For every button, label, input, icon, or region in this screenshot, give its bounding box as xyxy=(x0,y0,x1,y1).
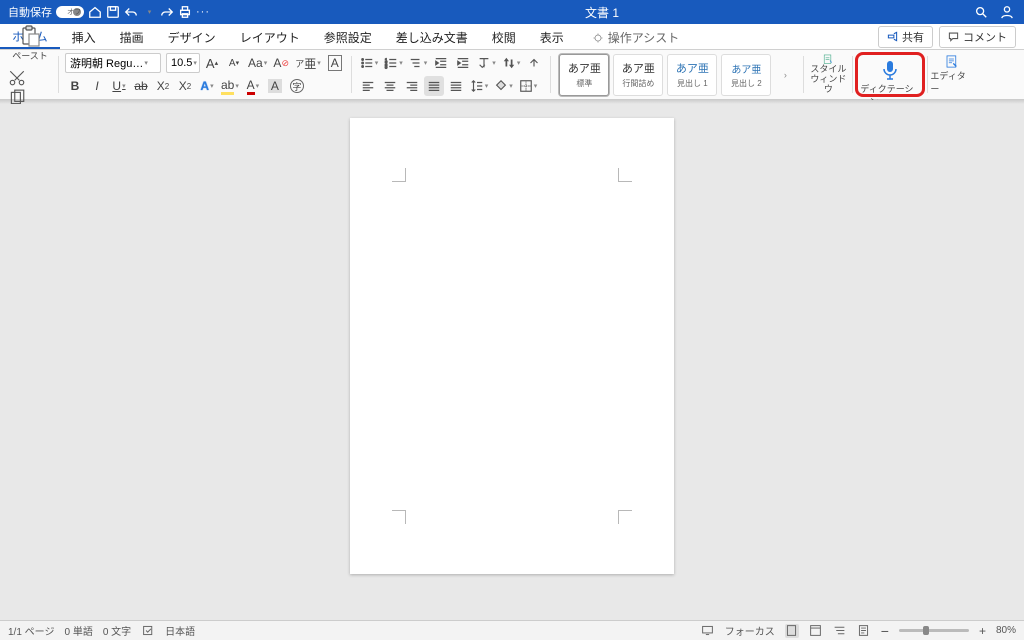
margin-corner-br xyxy=(618,510,632,524)
ribbon: ペースト 游明朝 Regu… 10.5 A▴ A▾ Aa A⊘ ア亜 A B I… xyxy=(0,50,1024,100)
word-count[interactable]: 0 単語 xyxy=(64,623,92,638)
bold-button[interactable]: B xyxy=(65,76,85,96)
cut-button[interactable] xyxy=(8,69,26,87)
tab-view[interactable]: 表示 xyxy=(528,24,576,49)
editor-button[interactable]: エディター xyxy=(930,52,974,97)
search-icon[interactable] xyxy=(974,5,988,19)
align-distributed-button[interactable] xyxy=(446,76,466,96)
tab-drawing[interactable]: 描画 xyxy=(108,24,156,49)
autosave-label: 自動保存 xyxy=(8,4,52,20)
tab-layout[interactable]: レイアウト xyxy=(228,24,312,49)
tab-mailmerge[interactable]: 差し込み文書 xyxy=(384,24,480,49)
text-direction-button[interactable] xyxy=(475,53,498,73)
superscript-button[interactable]: X2 xyxy=(175,76,195,96)
focus-mode[interactable]: フォーカス xyxy=(725,623,775,638)
style-heading1[interactable]: あア亜 見出し 1 xyxy=(667,54,717,96)
statusbar: 1/1 ページ 0 単語 0 文字 日本語 フォーカス − + 80% xyxy=(0,620,1024,640)
document-title: 文書 1 xyxy=(240,4,964,21)
page-count[interactable]: 1/1 ページ xyxy=(8,623,54,638)
strike-button[interactable]: ab xyxy=(131,76,151,96)
numbering-button[interactable]: 123 xyxy=(382,53,405,73)
sort-button[interactable] xyxy=(500,53,523,73)
display-settings-icon[interactable] xyxy=(701,624,715,638)
decrease-indent-button[interactable] xyxy=(431,53,451,73)
document-canvas[interactable] xyxy=(0,104,1024,620)
tell-me[interactable]: 操作アシスト xyxy=(580,24,692,49)
highlight-button[interactable]: ab xyxy=(219,76,241,96)
page-1[interactable] xyxy=(350,118,674,574)
font-name-select[interactable]: 游明朝 Regu… xyxy=(65,53,161,73)
subscript-button[interactable]: X2 xyxy=(153,76,173,96)
view-outline-icon[interactable] xyxy=(833,624,847,638)
bullets-button[interactable] xyxy=(358,53,381,73)
tab-references[interactable]: 参照設定 xyxy=(312,24,384,49)
group-paragraph: 123 xyxy=(354,52,549,97)
increase-indent-button[interactable] xyxy=(453,53,473,73)
align-right-button[interactable] xyxy=(402,76,422,96)
group-font: 游明朝 Regu… 10.5 A▴ A▾ Aa A⊘ ア亜 A B I U ab… xyxy=(61,52,349,97)
view-draft-icon[interactable] xyxy=(857,624,871,638)
italic-button[interactable]: I xyxy=(87,76,107,96)
view-print-icon[interactable] xyxy=(785,624,799,638)
show-marks-button[interactable] xyxy=(524,53,544,73)
paste-button[interactable]: ペースト xyxy=(8,23,52,64)
font-size-select[interactable]: 10.5 xyxy=(166,53,200,73)
titlebar: 自動保存 オフ ··· 文書 1 xyxy=(0,0,1024,24)
styles-more-button[interactable]: › xyxy=(775,65,795,85)
home-icon[interactable] xyxy=(88,5,102,19)
tab-review[interactable]: 校閲 xyxy=(480,24,528,49)
multilevel-button[interactable] xyxy=(407,53,430,73)
clear-format-button[interactable]: A⊘ xyxy=(271,53,291,73)
margin-corner-bl xyxy=(392,510,406,524)
font-color-button[interactable]: A xyxy=(243,76,263,96)
enclose-char-button[interactable]: 字 xyxy=(287,76,307,96)
style-normal[interactable]: あア亜 標準 xyxy=(559,54,609,96)
autosave-pill[interactable]: オフ xyxy=(56,6,84,18)
phonetic-guide-button[interactable]: ア亜 xyxy=(293,53,323,73)
char-count[interactable]: 0 文字 xyxy=(103,623,131,638)
text-effects-button[interactable]: A xyxy=(197,76,217,96)
save-icon[interactable] xyxy=(106,5,120,19)
qat-more[interactable]: ··· xyxy=(196,6,210,18)
svg-text:3: 3 xyxy=(385,64,388,69)
borders-button[interactable] xyxy=(517,76,540,96)
share-button[interactable]: 共有 xyxy=(878,26,933,48)
margin-corner-tl xyxy=(392,168,406,182)
autosave-toggle[interactable]: 自動保存 オフ xyxy=(8,4,84,20)
align-left-button[interactable] xyxy=(358,76,378,96)
account-icon[interactable] xyxy=(1000,5,1014,19)
zoom-in-button[interactable]: + xyxy=(979,624,986,638)
decrease-font-button[interactable]: A▾ xyxy=(224,53,244,73)
style-no-spacing[interactable]: あア亜 行間詰め xyxy=(613,54,663,96)
language[interactable]: 日本語 xyxy=(165,623,195,638)
margin-corner-tr xyxy=(618,168,632,182)
shading-button[interactable] xyxy=(492,76,515,96)
undo-icon[interactable] xyxy=(124,5,138,19)
undo-dropdown[interactable] xyxy=(142,5,156,19)
change-case-button[interactable]: Aa xyxy=(246,53,269,73)
redo-icon[interactable] xyxy=(160,5,174,19)
line-spacing-button[interactable] xyxy=(468,76,491,96)
zoom-out-button[interactable]: − xyxy=(881,623,889,639)
underline-button[interactable]: U xyxy=(109,76,129,96)
comments-button[interactable]: コメント xyxy=(939,26,1016,48)
tabbar: ホーム 挿入 描画 デザイン レイアウト 参照設定 差し込み文書 校閲 表示 操… xyxy=(0,24,1024,50)
view-web-icon[interactable] xyxy=(809,624,823,638)
styles-gallery: あア亜 標準 あア亜 行間詰め あア亜 見出し 1 あア亜 見出し 2 › xyxy=(553,52,801,97)
align-justify-button[interactable] xyxy=(424,76,444,96)
char-border-button[interactable]: A xyxy=(325,53,345,73)
zoom-level[interactable]: 80% xyxy=(996,625,1016,636)
zoom-slider[interactable] xyxy=(899,629,969,632)
align-center-button[interactable] xyxy=(380,76,400,96)
styles-pane-button[interactable]: スタイル ウィンドウ xyxy=(806,52,850,97)
tab-insert[interactable]: 挿入 xyxy=(60,24,108,49)
group-clipboard: ペースト xyxy=(4,52,56,97)
tab-design[interactable]: デザイン xyxy=(156,24,228,49)
print-icon[interactable] xyxy=(178,5,192,19)
style-heading2[interactable]: あア亜 見出し 2 xyxy=(721,54,771,96)
char-shading-button[interactable]: A xyxy=(265,76,285,96)
spellcheck-icon[interactable] xyxy=(141,624,155,638)
increase-font-button[interactable]: A▴ xyxy=(202,53,222,73)
